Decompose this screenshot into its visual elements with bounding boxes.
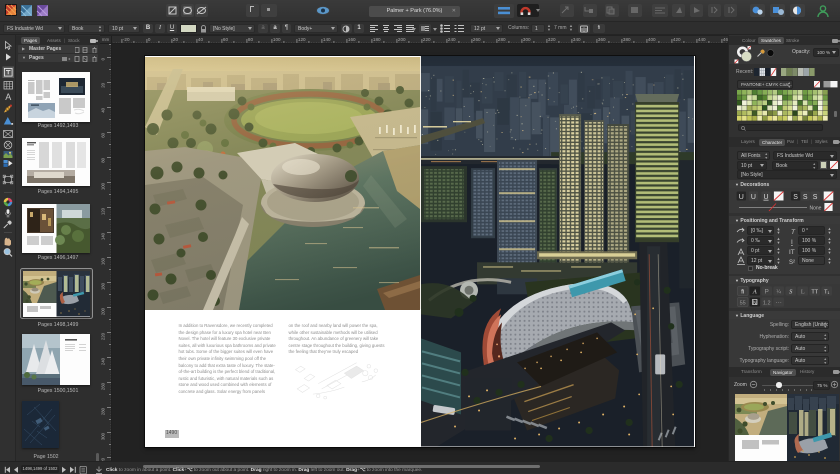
svg-text:…: … [775, 298, 782, 305]
svg-text:S: S [813, 193, 818, 200]
svg-text:U: U [751, 193, 756, 200]
svg-text:240: 240 [101, 357, 106, 365]
svg-text:I: I [791, 239, 793, 246]
svg-text:U: U [763, 193, 768, 200]
svg-text:80: 80 [101, 157, 106, 162]
svg-text:220: 220 [101, 332, 106, 340]
svg-text:T: T [791, 229, 796, 236]
svg-text:60: 60 [223, 37, 229, 42]
svg-text:140: 140 [101, 232, 106, 240]
svg-text:TT: TT [811, 290, 818, 296]
svg-text:IT: IT [789, 249, 795, 256]
svg-text:320: 320 [548, 37, 556, 42]
svg-text:60: 60 [101, 132, 106, 137]
svg-text:380: 380 [623, 37, 631, 42]
svg-text:0: 0 [148, 37, 151, 42]
svg-text:T₁: T₁ [824, 290, 829, 296]
svg-text:80: 80 [248, 37, 254, 42]
svg-text:340: 340 [573, 37, 581, 42]
svg-text:280: 280 [101, 407, 106, 415]
svg-text:None: None [810, 205, 822, 211]
svg-text:140: 140 [323, 37, 331, 42]
svg-text:200: 200 [101, 307, 106, 315]
svg-text:40: 40 [198, 37, 204, 42]
svg-text:260: 260 [473, 37, 481, 42]
svg-text:U: U [739, 193, 744, 200]
svg-text:100: 100 [273, 37, 281, 42]
svg-text:420: 420 [673, 37, 681, 42]
svg-text:fi: fi [741, 289, 744, 296]
svg-text:P: P [765, 289, 769, 296]
svg-text:S: S [793, 193, 798, 200]
svg-text:1.2: 1.2 [763, 301, 771, 307]
svg-text:40: 40 [101, 107, 106, 112]
svg-text:20: 20 [173, 37, 179, 42]
svg-text:120: 120 [298, 37, 306, 42]
svg-text:L: L [801, 289, 805, 296]
svg-text:180: 180 [373, 37, 381, 42]
svg-text:180: 180 [101, 282, 106, 290]
svg-text:300: 300 [101, 432, 106, 440]
svg-text:280: 280 [498, 37, 506, 42]
svg-text:¼: ¼ [776, 290, 781, 296]
svg-text:20: 20 [101, 82, 106, 87]
svg-text:220: 220 [423, 37, 431, 42]
svg-text:200: 200 [398, 37, 406, 42]
svg-text:S²: S² [789, 260, 795, 266]
svg-text:-20: -20 [123, 37, 130, 42]
svg-text:A: A [752, 289, 757, 296]
svg-text:440: 440 [698, 37, 706, 42]
svg-text:400: 400 [648, 37, 656, 42]
svg-text:55: 55 [740, 301, 746, 307]
svg-text:300: 300 [523, 37, 531, 42]
svg-text:S: S [803, 193, 808, 200]
svg-text:A: A [5, 92, 11, 102]
svg-text:160: 160 [101, 257, 106, 265]
svg-text:100: 100 [101, 182, 106, 190]
svg-text:240: 240 [448, 37, 456, 42]
svg-text:120: 120 [101, 207, 106, 215]
svg-text:160: 160 [348, 37, 356, 42]
svg-text:260: 260 [101, 382, 106, 390]
svg-text:360: 360 [598, 37, 606, 42]
